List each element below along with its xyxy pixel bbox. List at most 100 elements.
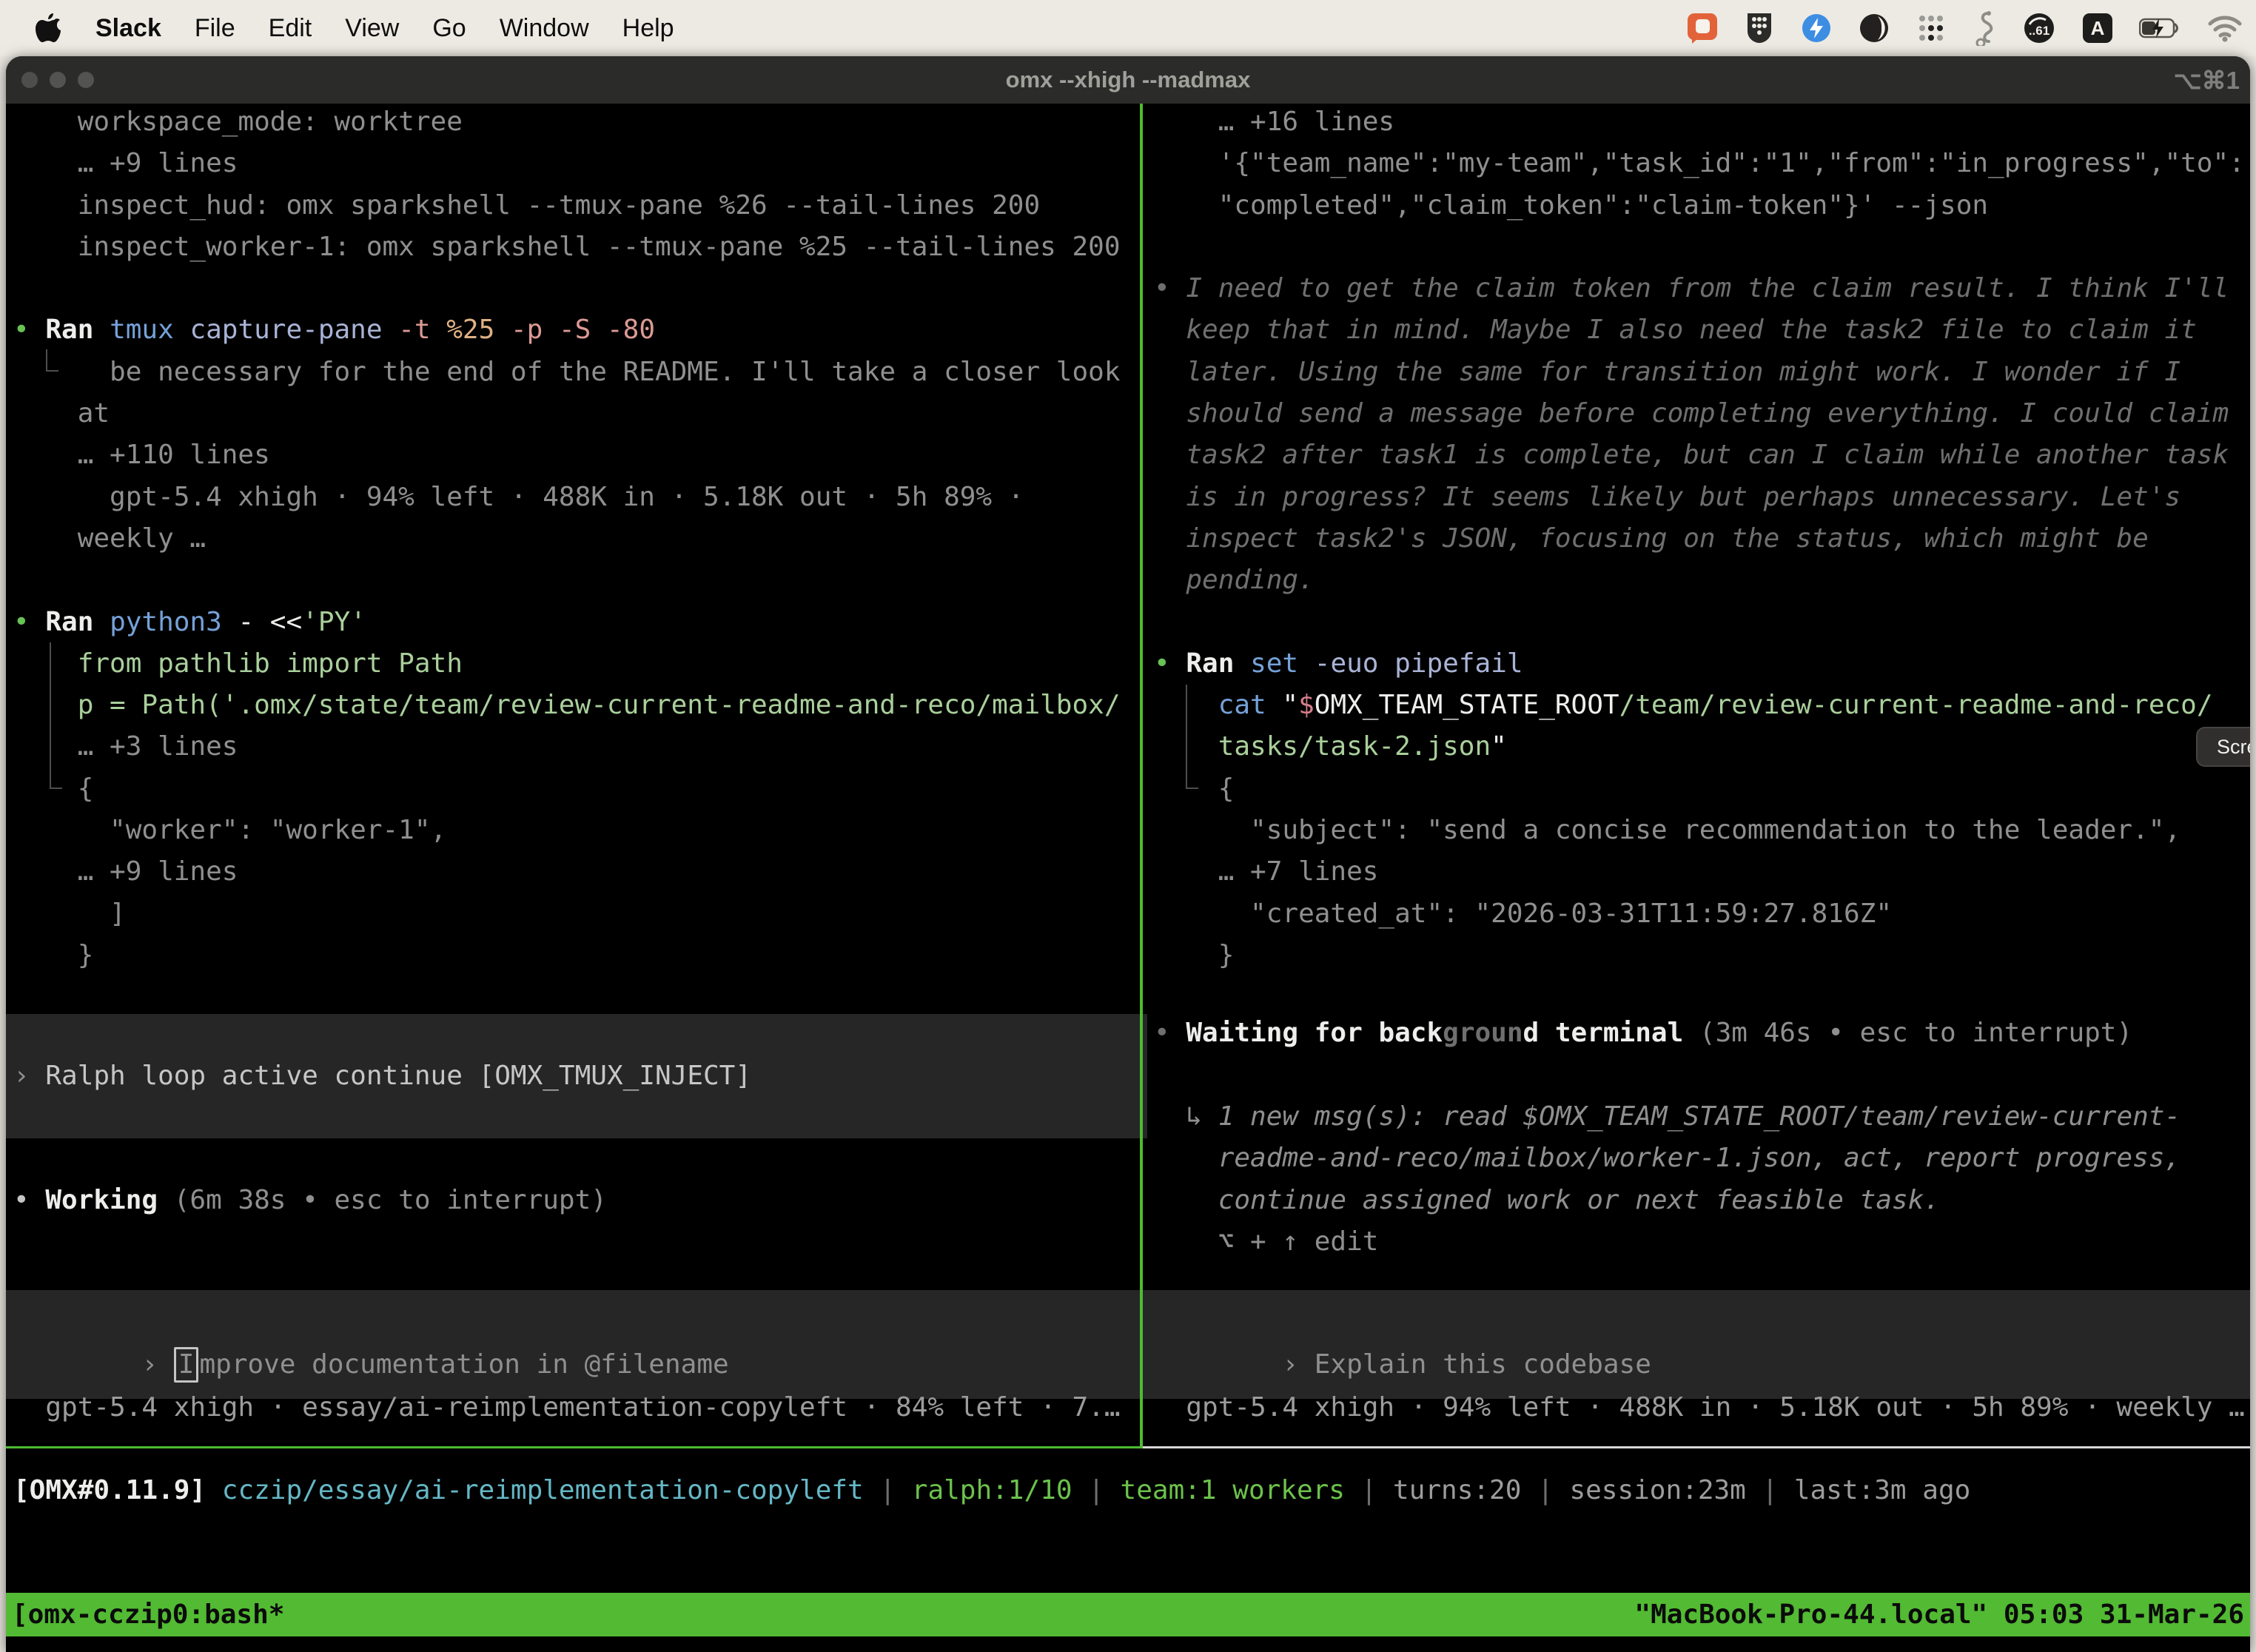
terminal-line: ↳ 1 new msg(s): read $OMX_TEAM_STATE_ROO… bbox=[1154, 1096, 2242, 1138]
menu-bar-tray: ..61 A bbox=[1686, 10, 2256, 46]
terminal-line: continue assigned work or next feasible … bbox=[1154, 1180, 2242, 1221]
svg-text:..61: ..61 bbox=[2029, 24, 2049, 38]
menu-window[interactable]: Window bbox=[500, 14, 589, 43]
apple-menu[interactable] bbox=[34, 12, 62, 44]
terminal-line: inspect task2's JSON, focusing on the st… bbox=[1154, 518, 2246, 560]
terminal-line: } bbox=[1154, 935, 2246, 976]
ralph-loop-banner: › Ralph loop active continue [OMX_TMUX_I… bbox=[6, 1014, 1147, 1138]
right-pane-scrollback: … +16 lines '{"team_name":"my-team","tas… bbox=[1154, 101, 2246, 976]
waiting-status: • Waiting for background terminal (3m 46… bbox=[1154, 1013, 2132, 1054]
screen-tooltip: Scre bbox=[2196, 727, 2250, 767]
left-session-statusline: gpt-5.4 xhigh · essay/ai-reimplementatio… bbox=[13, 1387, 1121, 1428]
tree-guide bbox=[1186, 788, 1198, 789]
dots-grid-icon[interactable] bbox=[1916, 13, 1947, 44]
terminal-line: weekly … bbox=[13, 518, 1138, 560]
tooltip-label: Scre bbox=[2217, 736, 2250, 759]
tree-guide bbox=[50, 642, 51, 789]
input-placeholder: mprove documentation in @filename bbox=[199, 1349, 728, 1380]
menu-file[interactable]: File bbox=[195, 14, 235, 43]
text-cursor: I bbox=[174, 1347, 199, 1383]
battery-icon[interactable] bbox=[2139, 17, 2182, 39]
menu-app-name[interactable]: Slack bbox=[95, 14, 161, 43]
terminal-line: … +9 lines bbox=[13, 143, 1138, 184]
terminal-line: '{"team_name":"my-team","task_id":"1","f… bbox=[1154, 143, 2246, 184]
menu-bar: Slack File Edit View Go Window Help ..61 bbox=[0, 0, 2256, 56]
left-prompt-input[interactable]: › Improve documentation in @filename bbox=[6, 1290, 1147, 1399]
blue-bolt-icon[interactable] bbox=[1800, 12, 1833, 44]
prompt-chevron: › bbox=[141, 1349, 173, 1380]
terminal-line: • Ran python3 - <<'PY' bbox=[13, 602, 1138, 643]
working-status: • Working (6m 38s • esc to interrupt) bbox=[13, 1180, 607, 1221]
tree-guide bbox=[1186, 685, 1187, 789]
tree-guide bbox=[46, 349, 47, 372]
terminal-line: later. Using the same for transition mig… bbox=[1154, 352, 2246, 393]
terminal-line: tasks/task-2.json" bbox=[1154, 726, 2246, 768]
keypad-shield-icon[interactable] bbox=[1744, 10, 1775, 46]
terminal-line: ] bbox=[13, 893, 1138, 935]
terminal-line: • Ran set -euo pipefail bbox=[1154, 643, 2246, 685]
screenshot-app-icon[interactable] bbox=[1686, 12, 1719, 44]
terminal-line: … +3 lines bbox=[13, 726, 1138, 768]
terminal-line: "worker": "worker-1", bbox=[13, 810, 1138, 851]
terminal-line: p = Path('.omx/state/team/review-current… bbox=[13, 685, 1138, 726]
tmux-session-label[interactable]: [omx-cczip0:bash* bbox=[12, 1599, 284, 1630]
terminal-line: workspace_mode: worktree bbox=[13, 101, 1138, 143]
window-title: omx --xhigh --madmax bbox=[6, 56, 2250, 104]
terminal-line: readme-and-reco/mailbox/worker-1.json, a… bbox=[1154, 1138, 2242, 1179]
window-titlebar[interactable]: omx --xhigh --madmax ⌥⌘1 bbox=[6, 56, 2250, 104]
menu-view[interactable]: View bbox=[345, 14, 399, 43]
wifi-icon[interactable] bbox=[2207, 14, 2243, 42]
terminal-line: … +16 lines bbox=[1154, 101, 2246, 143]
terminal-line bbox=[1154, 226, 2246, 268]
terminal-line: from pathlib import Path bbox=[13, 643, 1138, 685]
terminal-line: keep that in mind. Maybe I also need the… bbox=[1154, 309, 2246, 351]
tmux-host-clock: "MacBook-Pro-44.local" 05:03 31-Mar-26 bbox=[1634, 1599, 2244, 1630]
left-pane-border bbox=[6, 1446, 1140, 1448]
tree-guide bbox=[50, 788, 62, 789]
squiggle-icon[interactable] bbox=[1972, 10, 1997, 46]
right-prompt-input[interactable]: › Explain this codebase bbox=[1147, 1290, 2250, 1399]
terminal-line: • Ran tmux capture-pane -t %25 -p -S -80 bbox=[13, 309, 1138, 351]
terminal-line: pending. bbox=[1154, 560, 2246, 601]
terminal-line: … +9 lines bbox=[13, 851, 1138, 893]
terminal-line: { bbox=[1154, 768, 2246, 810]
terminal-line: inspect_worker-1: omx sparkshell --tmux-… bbox=[13, 226, 1138, 268]
input-source-icon[interactable]: A bbox=[2081, 12, 2114, 44]
terminal-line bbox=[13, 268, 1138, 309]
terminal-line: ⌥ + ↑ edit bbox=[1154, 1221, 2242, 1263]
desktop: { "palette":{ "gray":"#8f8f8f","dim":"#6… bbox=[0, 0, 2256, 1652]
tmux-status-bar: [omx-cczip0:bash* "MacBook-Pro-44.local"… bbox=[6, 1593, 2250, 1636]
menu-edit[interactable]: Edit bbox=[269, 14, 312, 43]
terminal-line: "created_at": "2026-03-31T11:59:27.816Z" bbox=[1154, 893, 2246, 935]
terminal-line bbox=[1154, 602, 2246, 643]
count-badge-icon[interactable]: ..61 bbox=[2022, 11, 2056, 45]
terminal-line: should send a message before completing … bbox=[1154, 393, 2246, 434]
terminal-line bbox=[13, 560, 1138, 601]
input-placeholder: Explain this codebase bbox=[1315, 1349, 1651, 1380]
menu-go[interactable]: Go bbox=[432, 14, 466, 43]
terminal-line: { bbox=[13, 768, 1138, 810]
prompt-chevron: › bbox=[1282, 1349, 1314, 1380]
tree-guide bbox=[46, 370, 58, 372]
window-shortcut-badge: ⌥⌘1 bbox=[2174, 56, 2240, 104]
pane-divider[interactable] bbox=[1140, 104, 1143, 1448]
terminal-line: • I need to get the claim token from the… bbox=[1154, 268, 2246, 309]
menu-help[interactable]: Help bbox=[622, 14, 674, 43]
terminal-line: gpt-5.4 xhigh · 94% left · 488K in · 5.1… bbox=[13, 477, 1138, 518]
terminal-line: inspect_hud: omx sparkshell --tmux-pane … bbox=[13, 185, 1138, 226]
svg-text:A: A bbox=[2091, 17, 2105, 39]
terminal-line: "completed","claim_token":"claim-token"}… bbox=[1154, 185, 2246, 226]
terminal-line: task2 after task1 is complete, but can I… bbox=[1154, 434, 2246, 476]
right-pane-border bbox=[1143, 1446, 2250, 1448]
terminal-line: … +110 lines bbox=[13, 434, 1138, 476]
terminal-line: cat "$OMX_TEAM_STATE_ROOT/team/review-cu… bbox=[1154, 685, 2246, 726]
left-pane-scrollback: workspace_mode: worktree … +9 lines insp… bbox=[13, 101, 1138, 976]
moon-circle-icon[interactable] bbox=[1858, 12, 1890, 44]
omx-hud-statusline: [OMX#0.11.9] cczip/essay/ai-reimplementa… bbox=[13, 1470, 1970, 1511]
terminal-line: } bbox=[13, 935, 1138, 976]
right-session-statusline: gpt-5.4 xhigh · 94% left · 488K in · 5.1… bbox=[1154, 1387, 2245, 1428]
terminal-line: be necessary for the end of the README. … bbox=[13, 352, 1138, 393]
terminal-window: omx --xhigh --madmax ⌥⌘1 workspace_mode:… bbox=[6, 56, 2250, 1652]
terminal-line: "subject": "send a concise recommendatio… bbox=[1154, 810, 2246, 851]
terminal-line: at bbox=[13, 393, 1138, 434]
